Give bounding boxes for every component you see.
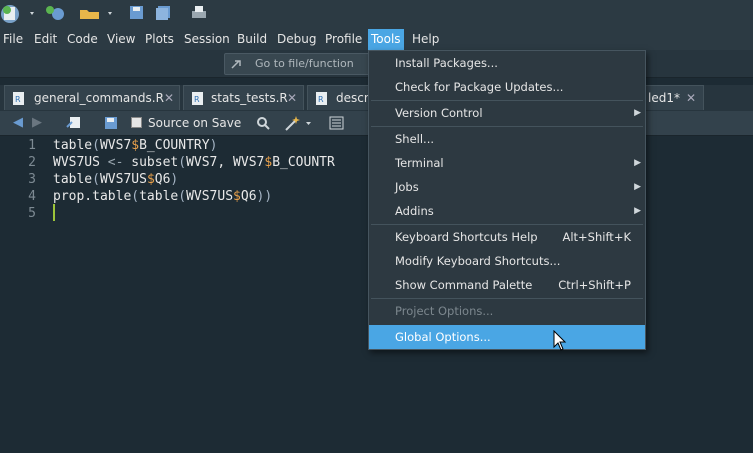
line-number: 3 bbox=[28, 172, 36, 187]
search-icon[interactable] bbox=[256, 116, 271, 131]
menu-build[interactable]: Build bbox=[237, 29, 267, 50]
tools-dropdown-menu: Install Packages... Check for Package Up… bbox=[368, 50, 646, 350]
submenu-arrow-icon: ▶ bbox=[634, 158, 641, 168]
svg-text:R: R bbox=[15, 95, 21, 104]
code-line[interactable]: prop.table(table(WVS7US$Q6)) bbox=[53, 188, 272, 205]
forward-arrow-icon[interactable]: ▶ bbox=[32, 115, 42, 130]
menu-tools[interactable]: Tools bbox=[368, 29, 404, 50]
close-icon[interactable]: ✕ bbox=[686, 86, 696, 111]
open-folder-icon[interactable] bbox=[78, 5, 118, 21]
menu-shell[interactable]: Shell... bbox=[369, 127, 645, 151]
save-icon[interactable] bbox=[104, 116, 118, 130]
tab-stats-tests[interactable]: R stats_tests.R ✕ bbox=[183, 85, 304, 110]
code-line[interactable]: table(WVS7US$Q6) bbox=[53, 171, 178, 188]
line-number: 1 bbox=[28, 138, 36, 153]
submenu-arrow-icon: ▶ bbox=[634, 108, 641, 118]
submenu-arrow-icon: ▶ bbox=[634, 206, 641, 216]
new-file-icon[interactable] bbox=[2, 5, 38, 21]
menu-install-packages[interactable]: Install Packages... bbox=[369, 51, 645, 75]
line-number: 4 bbox=[28, 189, 36, 204]
text-cursor bbox=[53, 204, 55, 221]
goto-placeholder: Go to file/function bbox=[255, 57, 354, 70]
print-icon[interactable] bbox=[191, 5, 207, 21]
save-all-icon[interactable] bbox=[155, 5, 173, 21]
menu-debug[interactable]: Debug bbox=[277, 29, 316, 50]
close-icon[interactable]: ✕ bbox=[287, 86, 297, 111]
save-icon[interactable] bbox=[129, 5, 145, 21]
code-line[interactable]: table(WVS7$B_COUNTRY) bbox=[53, 137, 217, 154]
menu-addins[interactable]: Addins ▶ bbox=[369, 199, 645, 223]
tab-label: descri bbox=[336, 91, 373, 105]
menu-check-package-updates[interactable]: Check for Package Updates... bbox=[369, 75, 645, 99]
menu-file[interactable]: File bbox=[3, 29, 23, 50]
tab-label: led1* bbox=[648, 91, 680, 105]
line-number: 2 bbox=[28, 155, 36, 170]
menu-plots[interactable]: Plots bbox=[145, 29, 174, 50]
svg-text:R: R bbox=[194, 95, 200, 104]
tab-untitled1[interactable]: led1* ✕ bbox=[646, 85, 704, 110]
code-line[interactable]: WVS7US <- subset(WVS7, WVS7$B_COUNTR bbox=[53, 154, 335, 171]
menu-edit[interactable]: Edit bbox=[34, 29, 57, 50]
menu-jobs[interactable]: Jobs ▶ bbox=[369, 175, 645, 199]
tab-descri[interactable]: R descri bbox=[307, 85, 373, 110]
r-file-icon: R bbox=[192, 92, 203, 105]
menu-version-control[interactable]: Version Control ▶ bbox=[369, 101, 645, 125]
menu-modify-keyboard-shortcuts[interactable]: Modify Keyboard Shortcuts... bbox=[369, 249, 645, 273]
menu-project-options: Project Options... bbox=[395, 304, 494, 318]
menu-view[interactable]: View bbox=[107, 29, 135, 50]
close-icon[interactable]: ✕ bbox=[164, 86, 174, 111]
submenu-arrow-icon: ▶ bbox=[634, 182, 641, 192]
r-file-icon: R bbox=[316, 92, 327, 105]
show-in-window-icon[interactable] bbox=[66, 115, 82, 131]
menu-session[interactable]: Session bbox=[184, 29, 230, 50]
r-file-icon: R bbox=[13, 92, 24, 105]
menu-terminal[interactable]: Terminal ▶ bbox=[369, 151, 645, 175]
source-on-save-checkbox[interactable] bbox=[131, 117, 142, 128]
tab-label: stats_tests.R bbox=[211, 91, 288, 105]
line-number: 5 bbox=[28, 206, 36, 221]
back-arrow-icon[interactable]: ◀ bbox=[13, 115, 23, 130]
svg-text:R: R bbox=[318, 95, 324, 104]
code-tools-wand-icon[interactable] bbox=[284, 114, 314, 132]
menu-help[interactable]: Help bbox=[412, 29, 439, 50]
tab-general-commands[interactable]: R general_commands.R ✕ bbox=[4, 85, 180, 110]
goto-arrow-icon bbox=[231, 60, 241, 69]
source-on-save-label: Source on Save bbox=[148, 116, 242, 130]
tab-label: general_commands.R bbox=[34, 91, 164, 105]
menu-global-options[interactable]: Global Options... bbox=[369, 325, 645, 349]
goto-file-input[interactable]: Go to file/function bbox=[224, 53, 376, 75]
new-project-icon[interactable] bbox=[44, 5, 70, 21]
document-outline-icon[interactable] bbox=[329, 116, 345, 130]
menu-bar: File Edit Code View Plots Session Build … bbox=[0, 29, 753, 50]
menu-show-command-palette[interactable]: Show Command Palette Ctrl+Shift+P bbox=[369, 273, 645, 297]
mouse-pointer-icon bbox=[553, 330, 567, 351]
menu-keyboard-shortcuts-help[interactable]: Keyboard Shortcuts Help Alt+Shift+K bbox=[369, 225, 645, 249]
menu-code[interactable]: Code bbox=[67, 29, 98, 50]
menu-profile[interactable]: Profile bbox=[325, 29, 362, 50]
